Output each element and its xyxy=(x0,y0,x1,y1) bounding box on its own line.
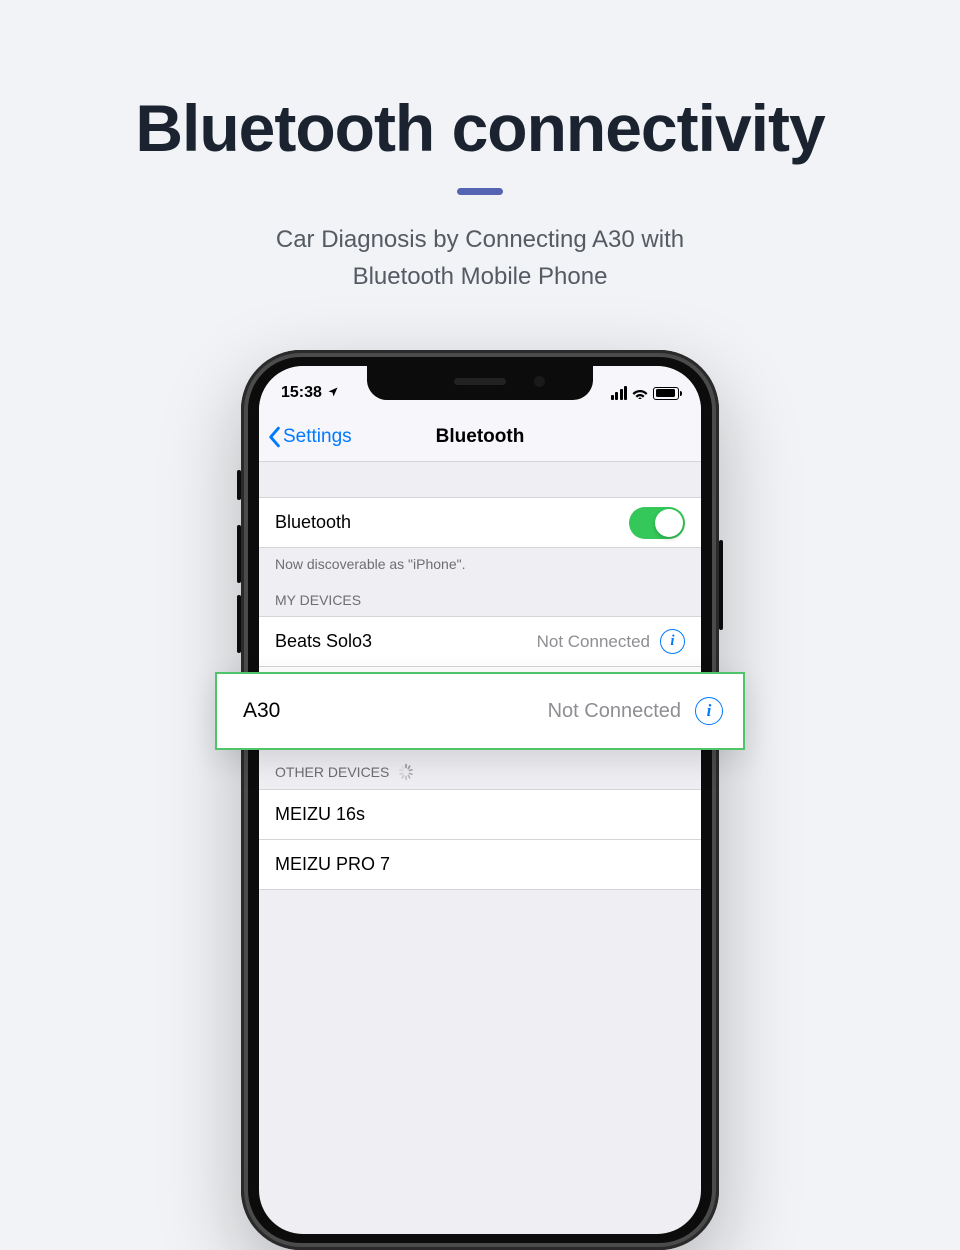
device-row-beats-solo3[interactable]: Beats Solo3 Not Connected i xyxy=(259,617,701,667)
other-devices-header-label: OTHER DEVICES xyxy=(275,764,389,780)
bluetooth-toggle-row[interactable]: Bluetooth xyxy=(259,498,701,548)
device-name: MEIZU PRO 7 xyxy=(275,854,390,875)
speaker-grille xyxy=(454,378,506,385)
other-device-row-meizu-16s[interactable]: MEIZU 16s xyxy=(259,790,701,840)
nav-bar: Settings Bluetooth xyxy=(259,412,701,462)
status-time: 15:38 xyxy=(281,384,322,402)
back-label: Settings xyxy=(283,426,352,448)
my-devices-header: MY DEVICES xyxy=(259,572,701,617)
back-button[interactable]: Settings xyxy=(267,426,352,448)
section-gap xyxy=(259,462,701,498)
status-bar-right xyxy=(611,386,680,400)
mute-switch xyxy=(237,470,241,500)
power-button xyxy=(719,540,723,630)
nav-title: Bluetooth xyxy=(436,426,525,448)
hero: Bluetooth connectivity Car Diagnosis by … xyxy=(0,0,960,295)
callout-device-status: Not Connected xyxy=(548,700,681,723)
discoverable-hint: Now discoverable as "iPhone". xyxy=(259,548,701,572)
hero-divider xyxy=(457,188,503,195)
status-bar-left: 15:38 xyxy=(281,384,339,402)
my-devices-header-label: MY DEVICES xyxy=(275,592,361,608)
device-name: Beats Solo3 xyxy=(275,631,372,652)
location-icon xyxy=(327,386,339,401)
info-icon[interactable]: i xyxy=(695,697,723,725)
callout-device-name: A30 xyxy=(243,699,280,723)
cellular-signal-icon xyxy=(611,386,628,400)
highlighted-device-callout[interactable]: A30 Not Connected i xyxy=(215,672,745,750)
other-device-row-meizu-pro-7[interactable]: MEIZU PRO 7 xyxy=(259,840,701,890)
device-name: MEIZU 16s xyxy=(275,804,365,825)
toggle-knob xyxy=(655,509,683,537)
bluetooth-toggle[interactable] xyxy=(629,507,685,539)
chevron-left-icon xyxy=(267,426,281,448)
phone-screen: 15:38 Settings Bluetooth xyxy=(259,366,701,1234)
bluetooth-label: Bluetooth xyxy=(275,512,351,533)
volume-up-button xyxy=(237,525,241,583)
hero-title: Bluetooth connectivity xyxy=(0,90,960,166)
phone-notch xyxy=(367,366,593,400)
volume-down-button xyxy=(237,595,241,653)
front-camera xyxy=(534,376,545,387)
hero-subtitle-line2: Bluetooth Mobile Phone xyxy=(353,263,608,290)
hero-subtitle-line1: Car Diagnosis by Connecting A30 with xyxy=(276,226,684,253)
phone-frame: 15:38 Settings Bluetooth xyxy=(241,350,719,1250)
device-status: Not Connected xyxy=(537,632,650,652)
other-devices-header: OTHER DEVICES xyxy=(259,743,701,790)
info-icon[interactable]: i xyxy=(660,629,685,654)
hero-subtitle: Car Diagnosis by Connecting A30 with Blu… xyxy=(0,221,960,295)
battery-icon xyxy=(653,387,679,400)
wifi-icon xyxy=(632,387,648,399)
spinner-icon xyxy=(397,763,415,781)
